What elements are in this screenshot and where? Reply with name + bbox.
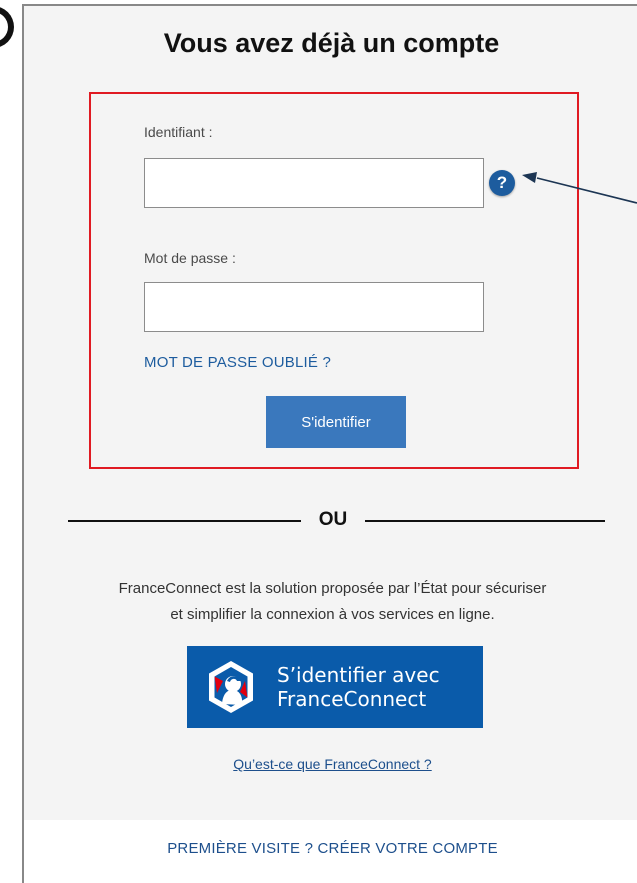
login-button[interactable]: S'identifier — [266, 396, 406, 448]
divider-label: OU — [318, 509, 348, 530]
franceconnect-logo-icon — [209, 661, 253, 713]
franceconnect-button-text: S’identifier avec FranceConnect — [277, 663, 440, 711]
password-label: Mot de passe : — [144, 250, 236, 266]
forgot-password-link[interactable]: MOT DE PASSE OUBLIÉ ? — [144, 354, 331, 371]
login-card: Vous avez déjà un compte Identifiant : ?… — [22, 4, 637, 883]
identifier-label: Identifiant : — [144, 124, 213, 140]
franceconnect-info-link[interactable]: Qu’est-ce que FranceConnect ? — [24, 756, 637, 772]
help-icon[interactable]: ? — [489, 170, 515, 196]
divider-line-left — [68, 520, 301, 522]
create-account-link[interactable]: PREMIÈRE VISITE ? CRÉER VOTRE COMPTE — [24, 840, 637, 857]
divider-line-right — [365, 520, 605, 522]
password-input[interactable] — [144, 282, 484, 332]
cropped-step-marker — [0, 6, 14, 48]
franceconnect-description: FranceConnect est la solution proposée p… — [24, 576, 637, 628]
franceconnect-button-line1: S’identifier avec — [277, 663, 440, 687]
franceconnect-description-line2: et simplifier la connexion à vos service… — [170, 606, 495, 623]
franceconnect-description-line1: FranceConnect est la solution proposée p… — [118, 580, 547, 597]
identifier-input[interactable] — [144, 158, 484, 208]
login-page: Vous avez déjà un compte Identifiant : ?… — [0, 0, 637, 883]
franceconnect-button[interactable]: S’identifier avec FranceConnect — [187, 646, 483, 728]
franceconnect-button-line2: FranceConnect — [277, 687, 427, 711]
page-title: Vous avez déjà un compte — [163, 28, 500, 58]
